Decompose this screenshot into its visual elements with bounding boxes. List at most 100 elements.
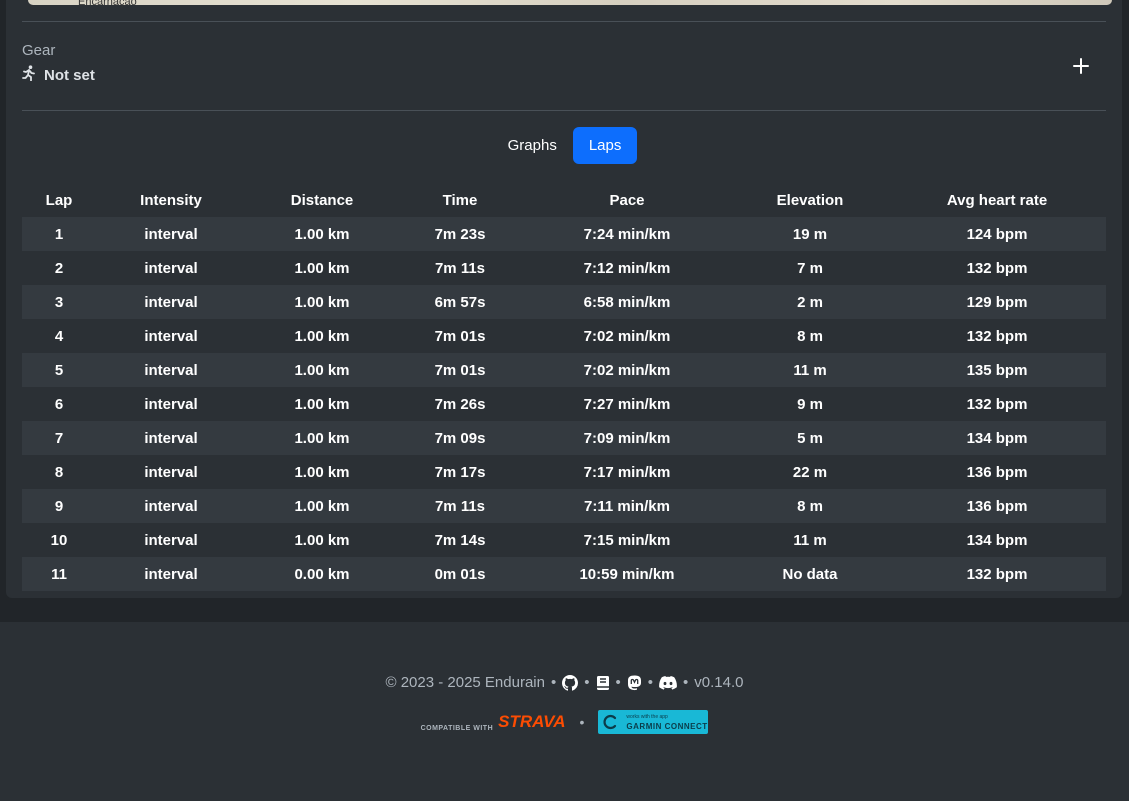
cell-time: 7m 23s — [434, 225, 486, 243]
cell-intensity: interval — [144, 259, 198, 277]
cell-avg-heart-rate: 134 bpm — [966, 531, 1028, 549]
cell-elevation: 8 m — [797, 327, 823, 345]
cell-time: 7m 01s — [434, 327, 486, 345]
separator: • — [550, 674, 557, 691]
table-row: 5 interval 1.00 km 7m 01s 7:02 min/km 11 m 135… — [22, 353, 1106, 387]
cell-elevation: 19 m — [792, 225, 828, 243]
cell-intensity: interval — [144, 225, 198, 243]
table-row: 8 interval 1.00 km 7m 17s 7:17 min/km 22 m 136… — [22, 455, 1106, 489]
add-gear-button[interactable] — [1068, 53, 1094, 79]
cell-elevation: 5 m — [797, 429, 823, 447]
partner-badges: COMPATIBLE WITH STRAVA • works with the … — [0, 710, 1129, 734]
gear-label: Gear — [22, 42, 56, 59]
cell-elevation: 22 m — [792, 463, 828, 481]
cell-intensity: interval — [144, 565, 198, 583]
cell-distance: 1.00 km — [294, 395, 350, 413]
cell-lap: 11 — [51, 565, 67, 583]
column-header-intensity: Intensity — [140, 191, 202, 209]
cell-lap: 3 — [54, 293, 64, 311]
cell-pace: 7:17 min/km — [583, 463, 671, 481]
github-icon[interactable] — [562, 674, 579, 691]
cell-intensity: interval — [144, 327, 198, 345]
cell-time: 7m 11s — [434, 259, 486, 277]
column-header-lap: Lap — [45, 191, 73, 209]
cell-time: 7m 17s — [434, 463, 486, 481]
separator: • — [647, 674, 654, 691]
cell-elevation: 11 m — [793, 531, 827, 549]
cell-distance: 1.00 km — [294, 327, 350, 345]
cell-avg-heart-rate: 136 bpm — [966, 463, 1028, 481]
cell-distance: 1.00 km — [294, 225, 350, 243]
view-tabs: Graphs Laps — [0, 127, 1129, 164]
cell-elevation: 9 m — [797, 395, 823, 413]
cell-distance: 1.00 km — [294, 293, 350, 311]
cell-lap: 9 — [54, 497, 64, 515]
cell-lap: 7 — [54, 429, 64, 447]
plus-icon — [1073, 58, 1089, 74]
cell-time: 6m 57s — [434, 293, 486, 311]
table-header-row: Lap Intensity Distance Time Pace Elevati… — [22, 183, 1106, 217]
cell-time: 7m 01s — [434, 361, 486, 379]
garmin-connect-icon — [603, 714, 617, 730]
mastodon-icon[interactable] — [627, 675, 642, 691]
cell-pace: 6:58 min/km — [583, 293, 671, 311]
map-bottom-edge[interactable] — [28, 0, 1112, 5]
table-row: 11 interval 0.00 km 0m 01s 10:59 min/km No da… — [22, 557, 1106, 591]
column-header-pace: Pace — [609, 191, 645, 209]
cell-distance: 0.00 km — [294, 565, 350, 583]
copyright-text: © 2023 - 2025 Endurain — [385, 674, 545, 691]
column-header-distance: Distance — [290, 191, 354, 209]
separator: • — [584, 674, 590, 691]
cell-elevation: 2 m — [797, 293, 823, 311]
table-row: 4 interval 1.00 km 7m 01s 7:02 min/km 8 m 132 … — [22, 319, 1106, 353]
cell-lap: 5 — [54, 361, 64, 379]
laps-table-body: 1 interval 1.00 km 7m 23s 7:24 min/km 19 m 124… — [22, 217, 1106, 591]
cell-pace: 7:02 min/km — [583, 327, 671, 345]
table-row: 1 interval 1.00 km 7m 23s 7:24 min/km 19 m 124… — [22, 217, 1106, 251]
strava-badge-prefix: COMPATIBLE WITH — [420, 725, 494, 732]
cell-pace: 7:24 min/km — [583, 225, 671, 243]
cell-time: 7m 09s — [434, 429, 486, 447]
footer-line: © 2023 - 2025 Endurain • • • • • v0.14.0 — [0, 674, 1129, 691]
garmin-badge[interactable]: works with the app GARMIN CONNECT — [598, 710, 709, 734]
tab-laps[interactable]: Laps — [572, 127, 638, 164]
discord-icon[interactable] — [659, 675, 677, 690]
divider-top — [22, 21, 1106, 22]
cell-avg-heart-rate: 132 bpm — [966, 395, 1028, 413]
cell-lap: 1 — [54, 225, 64, 243]
cell-distance: 1.00 km — [294, 259, 350, 277]
cell-time: 7m 26s — [434, 395, 486, 413]
table-row: 6 interval 1.00 km 7m 26s 7:27 min/km 9 m 132 … — [22, 387, 1106, 421]
separator: • — [683, 674, 689, 691]
strava-badge[interactable]: COMPATIBLE WITH STRAVA — [421, 712, 566, 732]
cell-time: 0m 01s — [434, 565, 486, 583]
book-icon[interactable] — [596, 675, 610, 691]
cell-elevation: No data — [782, 565, 838, 583]
cell-pace: 7:12 min/km — [583, 259, 671, 277]
gear-row: Not set — [22, 65, 95, 86]
cell-lap: 4 — [54, 327, 64, 345]
strava-logo: STRAVA — [498, 712, 566, 731]
cell-avg-heart-rate: 136 bpm — [966, 497, 1028, 515]
laps-table: Lap Intensity Distance Time Pace Elevati… — [22, 183, 1106, 591]
cell-avg-heart-rate: 132 bpm — [966, 327, 1028, 345]
cell-distance: 1.00 km — [294, 463, 350, 481]
cell-intensity: interval — [144, 361, 198, 379]
cell-distance: 1.00 km — [294, 429, 350, 447]
cell-intensity: interval — [144, 395, 198, 413]
cell-lap: 8 — [54, 463, 64, 481]
table-row: 3 interval 1.00 km 6m 57s 6:58 min/km 2 m 129 … — [22, 285, 1106, 319]
cell-pace: 10:59 min/km — [579, 565, 675, 583]
tab-graphs[interactable]: Graphs — [492, 127, 573, 164]
cell-lap: 10 — [50, 531, 68, 549]
cell-pace: 7:15 min/km — [583, 531, 671, 549]
column-header-elevation: Elevation — [776, 191, 844, 209]
cell-lap: 6 — [54, 395, 64, 413]
cell-avg-heart-rate: 134 bpm — [966, 429, 1028, 447]
cell-intensity: interval — [144, 293, 198, 311]
cell-elevation: 8 m — [797, 497, 823, 515]
cell-avg-heart-rate: 129 bpm — [966, 293, 1028, 311]
divider-middle — [22, 110, 1106, 111]
cell-distance: 1.00 km — [294, 361, 350, 379]
version-text: v0.14.0 — [694, 674, 744, 691]
